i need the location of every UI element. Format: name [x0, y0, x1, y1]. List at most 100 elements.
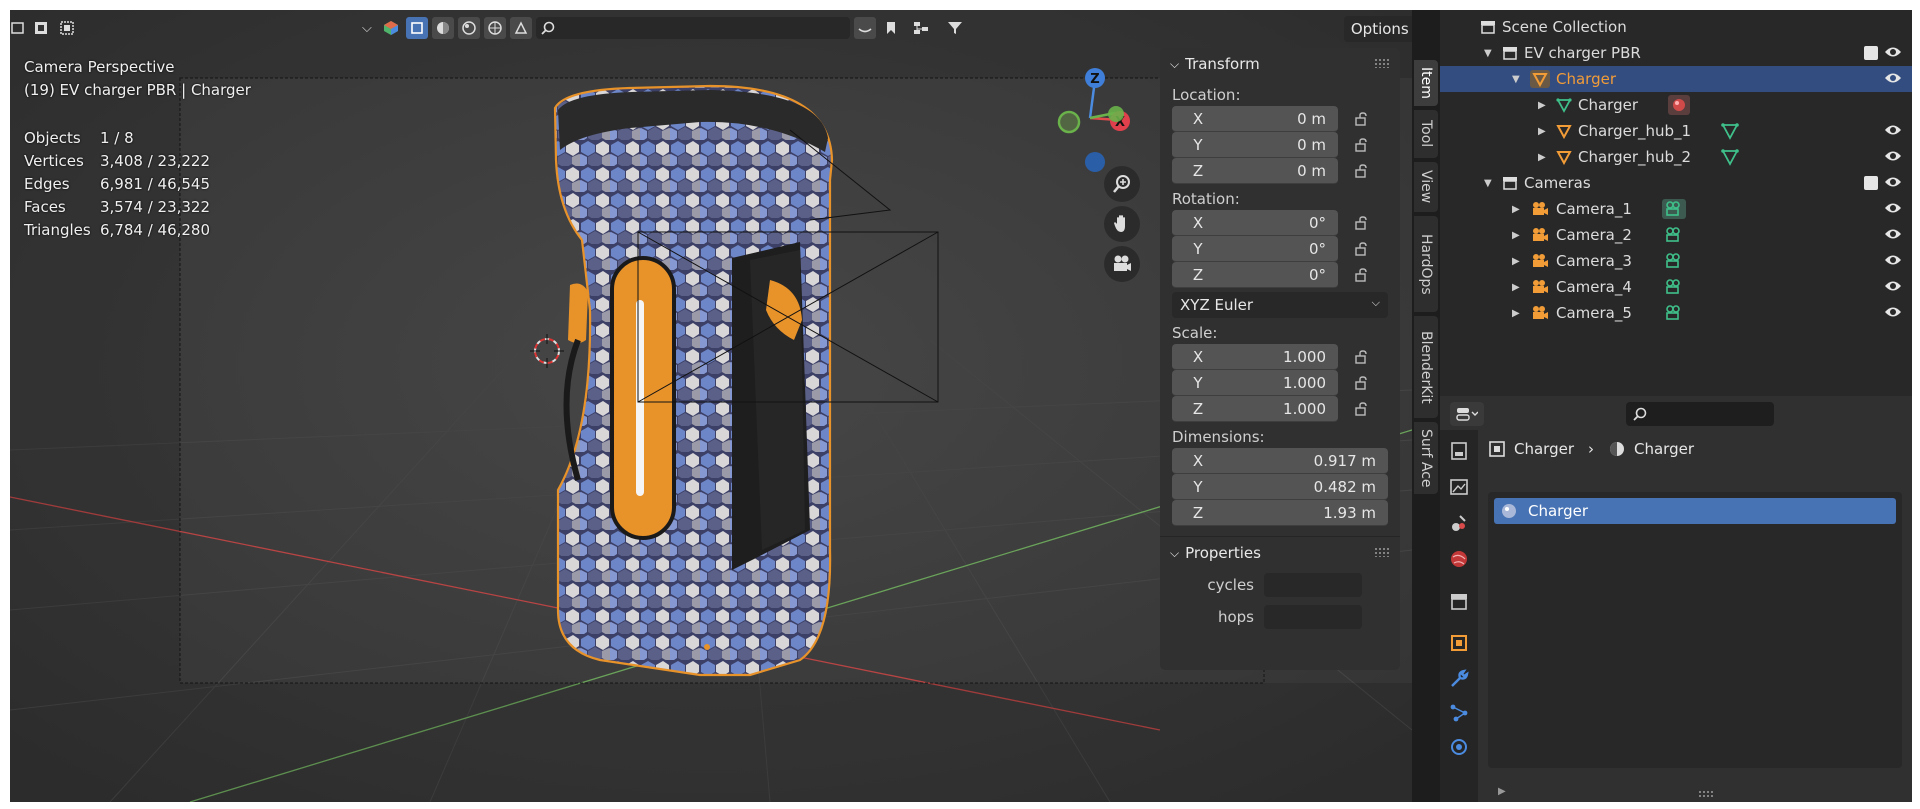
shading-solid-icon[interactable]	[406, 17, 428, 39]
shading-options-icon[interactable]	[510, 17, 532, 39]
camera-data-icon[interactable]	[1662, 251, 1686, 271]
outliner-row-camera-5[interactable]: ▶ Camera_5	[1440, 300, 1912, 326]
pan-view-button[interactable]	[1104, 206, 1140, 242]
material-slot-item[interactable]: Charger	[1494, 498, 1896, 524]
expand-triangle-icon[interactable]: ▶	[1512, 282, 1530, 293]
eye-icon[interactable]	[1884, 123, 1902, 137]
select-box-icon[interactable]	[10, 17, 26, 39]
scene-tab-icon[interactable]	[1448, 512, 1470, 534]
expand-triangle-icon[interactable]: ▼	[1484, 48, 1502, 59]
scale-z-field[interactable]: Z 1.000	[1172, 396, 1338, 422]
expand-triangle-icon[interactable]: ▶	[1512, 256, 1530, 267]
expand-triangle-icon[interactable]: ▶	[1512, 308, 1530, 319]
expand-triangle-icon[interactable]: ▼	[1484, 178, 1502, 189]
camera-data-icon[interactable]	[1662, 225, 1686, 245]
outliner-row-camera-1[interactable]: ▶ Camera_1	[1440, 196, 1912, 222]
breadcrumb-object[interactable]: Charger	[1514, 440, 1574, 458]
lock-icon[interactable]	[1354, 112, 1370, 126]
wrench-modifier-icon[interactable]	[1448, 668, 1470, 690]
tab-view[interactable]: View	[1414, 162, 1438, 212]
output-tab-icon[interactable]	[1448, 476, 1470, 498]
exclude-checkbox[interactable]	[1864, 176, 1878, 190]
camera-data-icon[interactable]	[1662, 277, 1686, 297]
lock-icon[interactable]	[1354, 164, 1370, 178]
tab-tool[interactable]: Tool	[1414, 110, 1438, 158]
hops-field[interactable]	[1264, 605, 1362, 629]
shading-material-icon[interactable]	[458, 17, 480, 39]
eye-icon[interactable]	[1884, 175, 1902, 189]
drag-handle-icon[interactable]	[1374, 58, 1390, 68]
eye-icon[interactable]	[1884, 305, 1902, 319]
zoom-view-button[interactable]	[1104, 166, 1140, 202]
bookmark-icon[interactable]	[880, 17, 902, 39]
gizmo-color-icon[interactable]	[380, 17, 402, 39]
rotation-y-field[interactable]: Y 0°	[1172, 236, 1338, 262]
expand-triangle-icon[interactable]: ▼	[1512, 74, 1530, 85]
outliner-row-camera-3[interactable]: ▶ Camera_3	[1440, 248, 1912, 274]
lock-icon[interactable]	[1354, 376, 1370, 390]
scale-y-field[interactable]: Y 1.000	[1172, 370, 1338, 396]
tab-surf-ace[interactable]: Surf Ace	[1414, 422, 1438, 494]
expand-triangle-icon[interactable]: ▶	[1538, 126, 1556, 137]
properties-search-input[interactable]	[1626, 402, 1774, 426]
filter-icon[interactable]	[940, 17, 970, 39]
camera-view-button[interactable]	[1104, 246, 1140, 282]
material-icon[interactable]	[1668, 95, 1690, 115]
eye-icon[interactable]	[1884, 149, 1902, 163]
rotation-mode-select[interactable]: XYZ Euler ⌵	[1172, 292, 1388, 318]
lock-icon[interactable]	[1354, 138, 1370, 152]
expand-triangle-icon[interactable]: ▶	[1512, 204, 1530, 215]
chevron-down-icon[interactable]: ⌵	[362, 21, 376, 36]
expand-triangle-icon[interactable]: ▶	[1498, 786, 1506, 797]
resize-handle-icon[interactable]	[1698, 790, 1714, 798]
physics-tab-icon[interactable]	[1448, 736, 1470, 758]
material-slot-list[interactable]	[1488, 492, 1902, 768]
viewport-search-input[interactable]	[536, 17, 850, 39]
shading-solid-sphere-icon[interactable]	[432, 17, 454, 39]
expand-triangle-icon[interactable]: ▶	[1538, 100, 1556, 111]
overlay-curve-icon[interactable]	[854, 17, 876, 39]
outliner-row-camera-4[interactable]: ▶ Camera_4	[1440, 274, 1912, 300]
collection-tab-icon[interactable]	[1448, 590, 1470, 612]
mesh-data-icon[interactable]	[1721, 122, 1739, 140]
tab-item[interactable]: Item	[1414, 60, 1438, 106]
lock-icon[interactable]	[1354, 402, 1370, 416]
properties-header[interactable]: ⌵ Properties	[1160, 537, 1400, 569]
outliner-row-charger-mesh[interactable]: ▶ Charger	[1440, 92, 1912, 118]
tab-blenderkit[interactable]: BlenderKit	[1414, 316, 1438, 418]
shading-rendered-icon[interactable]	[484, 17, 506, 39]
navigation-gizmo[interactable]: Z X	[1040, 58, 1140, 178]
expand-triangle-icon[interactable]: ▶	[1538, 152, 1556, 163]
3d-viewport[interactable]: ⌵ Options Camera Perspective (19) EV cha…	[10, 10, 1412, 802]
outliner-row-charger-hub-2[interactable]: ▶ Charger_hub_2	[1440, 144, 1912, 170]
eye-icon[interactable]	[1884, 45, 1902, 59]
exclude-checkbox[interactable]	[1864, 46, 1878, 60]
camera-data-icon[interactable]	[1662, 303, 1686, 323]
location-y-field[interactable]: Y0 m	[1172, 132, 1338, 158]
location-x-field[interactable]: X0 m	[1172, 106, 1338, 132]
select-subtract-icon[interactable]	[56, 17, 78, 39]
rotation-x-field[interactable]: X 0°	[1172, 210, 1338, 236]
hierarchy-icon[interactable]	[906, 17, 936, 39]
eye-icon[interactable]	[1884, 201, 1902, 215]
mesh-data-icon[interactable]	[1721, 148, 1739, 166]
expand-triangle-icon[interactable]: ▶	[1512, 230, 1530, 241]
outliner-row-camera-2[interactable]: ▶ Camera_2	[1440, 222, 1912, 248]
outliner-row-ev-charger-pbr[interactable]: ▼ EV charger PBR	[1440, 40, 1912, 66]
transform-header[interactable]: ⌵ Transform	[1160, 48, 1400, 80]
scale-x-field[interactable]: X 1.000	[1172, 344, 1338, 370]
eye-icon[interactable]	[1884, 227, 1902, 241]
outliner-row-charger-object[interactable]: ▼ Charger	[1440, 66, 1912, 92]
eye-icon[interactable]	[1884, 253, 1902, 267]
select-extend-icon[interactable]	[30, 17, 52, 39]
rotation-z-field[interactable]: Z 0°	[1172, 262, 1338, 288]
particles-tab-icon[interactable]	[1448, 702, 1470, 724]
drag-handle-icon[interactable]	[1374, 547, 1390, 557]
location-z-field[interactable]: Z0 m	[1172, 158, 1338, 184]
render-tab-icon[interactable]	[1448, 440, 1470, 462]
lock-icon[interactable]	[1354, 242, 1370, 256]
dimensions-y-field[interactable]: Y 0.482 m	[1172, 474, 1388, 500]
breadcrumb-material[interactable]: Charger	[1634, 440, 1694, 458]
outliner-row-scene-collection[interactable]: Scene Collection	[1440, 14, 1912, 40]
cycles-field[interactable]	[1264, 573, 1362, 597]
